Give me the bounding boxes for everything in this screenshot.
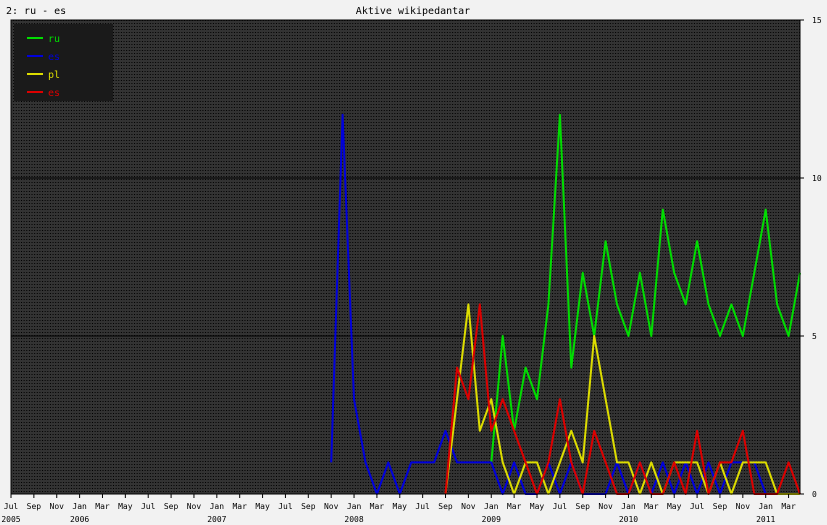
y-tick-label: 5 (812, 332, 817, 341)
x-axis: Jul Sep Nov Jan Mar May Jul Sep Nov Jan Mar May Jul S… (1, 494, 796, 524)
x-tick-label: Nov (187, 502, 202, 511)
legend-label-pl: pl (48, 70, 60, 81)
x-tick-label: Mar (232, 502, 247, 511)
x-tick-label: May (667, 502, 682, 511)
y-tick-label: 10 (812, 174, 822, 183)
x-tick-label: Jan (72, 502, 87, 511)
x-year-label: 2006 (70, 515, 89, 524)
x-year-label: 2009 (482, 515, 501, 524)
x-tick-label: Mar (370, 502, 385, 511)
x-year-label: 2011 (756, 515, 775, 524)
x-tick-label: Nov (598, 502, 613, 511)
legend-label-ru: ru (48, 34, 60, 45)
x-tick-label: Jan (621, 502, 636, 511)
x-tick-label: Sep (713, 502, 728, 511)
legend: ru es pl es (14, 24, 113, 101)
legend-label-es: es (48, 88, 60, 99)
x-tick-label: Mar (95, 502, 110, 511)
x-tick-label: Sep (27, 502, 42, 511)
x-tick-label: Jan (758, 502, 773, 511)
x-tick-label: Nov (461, 502, 476, 511)
x-tick-label: Nov (50, 502, 65, 511)
x-tick-label: Nov (324, 502, 339, 511)
x-tick-label: Jul (415, 502, 430, 511)
legend-box (14, 24, 113, 101)
x-tick-label: Nov (736, 502, 751, 511)
chart-title: Aktive wikipedantar (356, 6, 470, 17)
y-tick-label: 15 (812, 16, 822, 25)
x-tick-label: May (530, 502, 545, 511)
panel-label: 2: ru - es (6, 6, 66, 17)
chart: 2: ru - es Aktive wikipedantar 0 5 10 15 Ju… (1, 6, 822, 524)
x-tick-label: Jan (210, 502, 225, 511)
x-year-label: 2010 (619, 515, 638, 524)
legend-label-es: es (48, 52, 60, 63)
x-tick-label: Jan (484, 502, 499, 511)
x-tick-label: Mar (507, 502, 522, 511)
x-year-label: 2008 (344, 515, 363, 524)
x-tick-label: Mar (781, 502, 796, 511)
x-tick-label: Sep (438, 502, 453, 511)
x-tick-label: May (118, 502, 133, 511)
x-tick-label: Jan (347, 502, 362, 511)
x-tick-label: May (255, 502, 270, 511)
y-tick-label: 0 (812, 490, 817, 499)
x-tick-label: Mar (644, 502, 659, 511)
y-axis: 0 5 10 15 (800, 16, 822, 499)
x-tick-label: Sep (576, 502, 591, 511)
x-tick-label: May (393, 502, 408, 511)
x-year-label: 2007 (207, 515, 226, 524)
x-year-label: 2005 (1, 515, 20, 524)
x-tick-label: Jul (690, 502, 705, 511)
x-tick-label: Jul (553, 502, 568, 511)
x-tick-label: Jul (141, 502, 156, 511)
x-tick-label: Jul (4, 502, 19, 511)
x-tick-label: Sep (301, 502, 316, 511)
x-tick-label: Sep (164, 502, 179, 511)
x-tick-label: Jul (278, 502, 293, 511)
